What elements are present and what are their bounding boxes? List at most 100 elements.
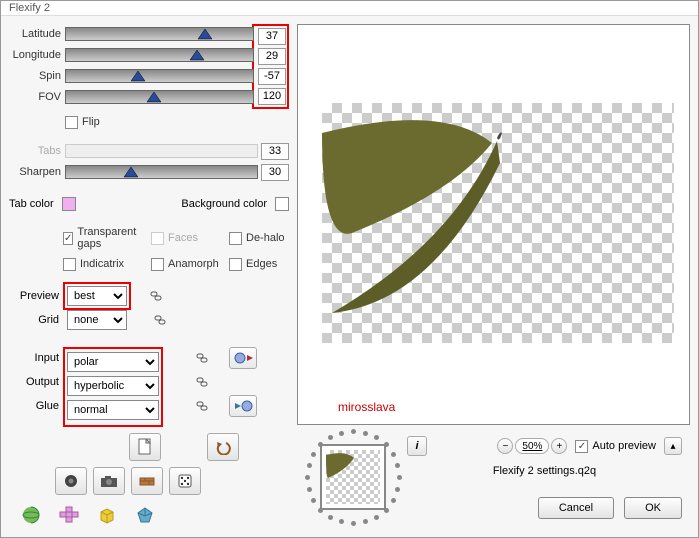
preview-label: Preview — [9, 290, 59, 302]
fov-slider[interactable] — [65, 90, 254, 104]
collapse-button[interactable]: ▴ — [664, 437, 682, 455]
toolbar-row-3 — [15, 501, 289, 529]
grid-label: Grid — [9, 314, 59, 326]
fov-slider-row: FOV — [9, 87, 254, 107]
transparent-gaps-label: Transparent gaps — [77, 226, 143, 250]
camera-button[interactable] — [93, 467, 125, 495]
link-icon[interactable] — [195, 351, 209, 365]
longitude-value[interactable]: 29 — [258, 48, 286, 65]
preview-panel: mirosslava i − — [297, 24, 690, 529]
options-grid: ✓ Transparent gaps Faces De-halo Indicatr… — [63, 227, 289, 275]
sharpen-label: Sharpen — [9, 166, 61, 178]
link-icon[interactable] — [153, 313, 167, 327]
tabs-value[interactable]: 33 — [261, 143, 289, 160]
preview-select[interactable]: best — [67, 286, 127, 306]
transparent-gaps-checkbox[interactable]: ✓ — [63, 232, 73, 245]
controls-panel: Latitude Longitude Spin FOV — [9, 24, 289, 529]
preview-select-row: Preview best — [9, 285, 289, 307]
grid-select[interactable]: none — [67, 310, 127, 330]
faces-checkbox — [151, 232, 164, 245]
projection-highlight-box: polar hyperbolic normal — [63, 347, 163, 427]
anamorph-checkbox[interactable] — [151, 258, 164, 271]
bg-color-label: Background color — [181, 198, 267, 210]
brick-button[interactable] — [131, 467, 163, 495]
edges-label: Edges — [246, 258, 277, 270]
sharpen-slider[interactable] — [65, 165, 258, 179]
new-page-button[interactable] — [129, 433, 161, 461]
progress-ring — [305, 429, 401, 525]
thumbnail-box[interactable] — [320, 444, 386, 510]
play-globe-button[interactable] — [229, 395, 257, 417]
toolbar-row-2 — [55, 467, 289, 495]
cube-yellow-icon[interactable] — [91, 501, 123, 529]
value-highlight-box: 37 29 -57 120 — [252, 24, 289, 109]
flip-label: Flip — [82, 116, 100, 128]
output-label: Output — [9, 376, 59, 388]
record-button[interactable] — [55, 467, 87, 495]
tab-color-label: Tab color — [9, 198, 54, 210]
preview-controls: i − 50% + ✓ Auto preview ▴ Flexify 2 sett… — [297, 425, 690, 529]
tabs-slider — [65, 144, 258, 158]
globe-play-button[interactable] — [229, 347, 257, 369]
tabs-label: Tabs — [9, 145, 61, 157]
auto-preview-label: Auto preview — [592, 440, 656, 452]
zoom-in-button[interactable]: + — [551, 438, 567, 454]
cancel-button[interactable]: Cancel — [538, 497, 614, 519]
latitude-slider[interactable] — [65, 27, 254, 41]
dice-button[interactable] — [169, 467, 201, 495]
latitude-value[interactable]: 37 — [258, 28, 286, 45]
input-label: Input — [9, 352, 59, 364]
undo-button[interactable] — [207, 433, 239, 461]
fov-value[interactable]: 120 — [258, 88, 286, 105]
tabs-slider-row: Tabs 33 — [9, 141, 289, 161]
longitude-label: Longitude — [9, 49, 61, 61]
sharpen-slider-row: Sharpen 30 — [9, 162, 289, 182]
longitude-slider[interactable] — [65, 48, 254, 62]
link-icon[interactable] — [195, 375, 209, 389]
grid-select-row: Grid none — [9, 309, 289, 331]
glue-select[interactable]: normal — [67, 400, 159, 420]
zoom-value[interactable]: 50% — [515, 438, 549, 454]
latitude-slider-row: Latitude — [9, 24, 254, 44]
tab-color-swatch[interactable] — [62, 197, 76, 211]
glue-label: Glue — [9, 400, 59, 412]
dehalo-label: De-halo — [246, 232, 285, 244]
dehalo-checkbox[interactable] — [229, 232, 242, 245]
spin-slider[interactable] — [65, 69, 254, 83]
spin-label: Spin — [9, 70, 61, 82]
output-select[interactable]: hyperbolic — [67, 376, 159, 396]
gem-icon[interactable] — [129, 501, 161, 529]
spin-value[interactable]: -57 — [258, 68, 286, 85]
zoom-out-button[interactable]: − — [497, 438, 513, 454]
input-select[interactable]: polar — [67, 352, 159, 372]
globe-icon[interactable] — [15, 501, 47, 529]
link-icon[interactable] — [195, 399, 209, 413]
flip-checkbox[interactable] — [65, 116, 78, 129]
longitude-slider-row: Longitude — [9, 45, 254, 65]
flip-row: Flip — [65, 113, 289, 131]
info-button[interactable]: i — [407, 436, 427, 456]
latitude-label: Latitude — [9, 28, 61, 40]
window-title: Flexify 2 — [9, 2, 50, 14]
anamorph-label: Anamorph — [168, 258, 219, 270]
edges-checkbox[interactable] — [229, 258, 242, 271]
content-area: Latitude Longitude Spin FOV — [1, 16, 698, 537]
fov-label: FOV — [9, 91, 61, 103]
spin-slider-row: Spin — [9, 66, 254, 86]
sharpen-value[interactable]: 30 — [261, 164, 289, 181]
preview-image — [322, 103, 674, 343]
color-row: Tab color Background color — [9, 197, 289, 211]
auto-preview-checkbox[interactable]: ✓ — [575, 440, 588, 453]
link-icon[interactable] — [149, 289, 163, 303]
unfold-icon[interactable] — [53, 501, 85, 529]
titlebar: Flexify 2 — [1, 1, 698, 16]
settings-file-label: Flexify 2 settings.q2q — [407, 465, 682, 477]
faces-label: Faces — [168, 232, 198, 244]
bg-color-swatch[interactable] — [275, 197, 289, 211]
credit-text: mirosslava — [338, 400, 395, 414]
dialog-window: Flexify 2 Latitude Longitude Spin — [0, 0, 699, 538]
indicatrix-label: Indicatrix — [80, 258, 124, 270]
indicatrix-checkbox[interactable] — [63, 258, 76, 271]
ok-button[interactable]: OK — [624, 497, 682, 519]
toolbar-row-1 — [129, 433, 289, 461]
